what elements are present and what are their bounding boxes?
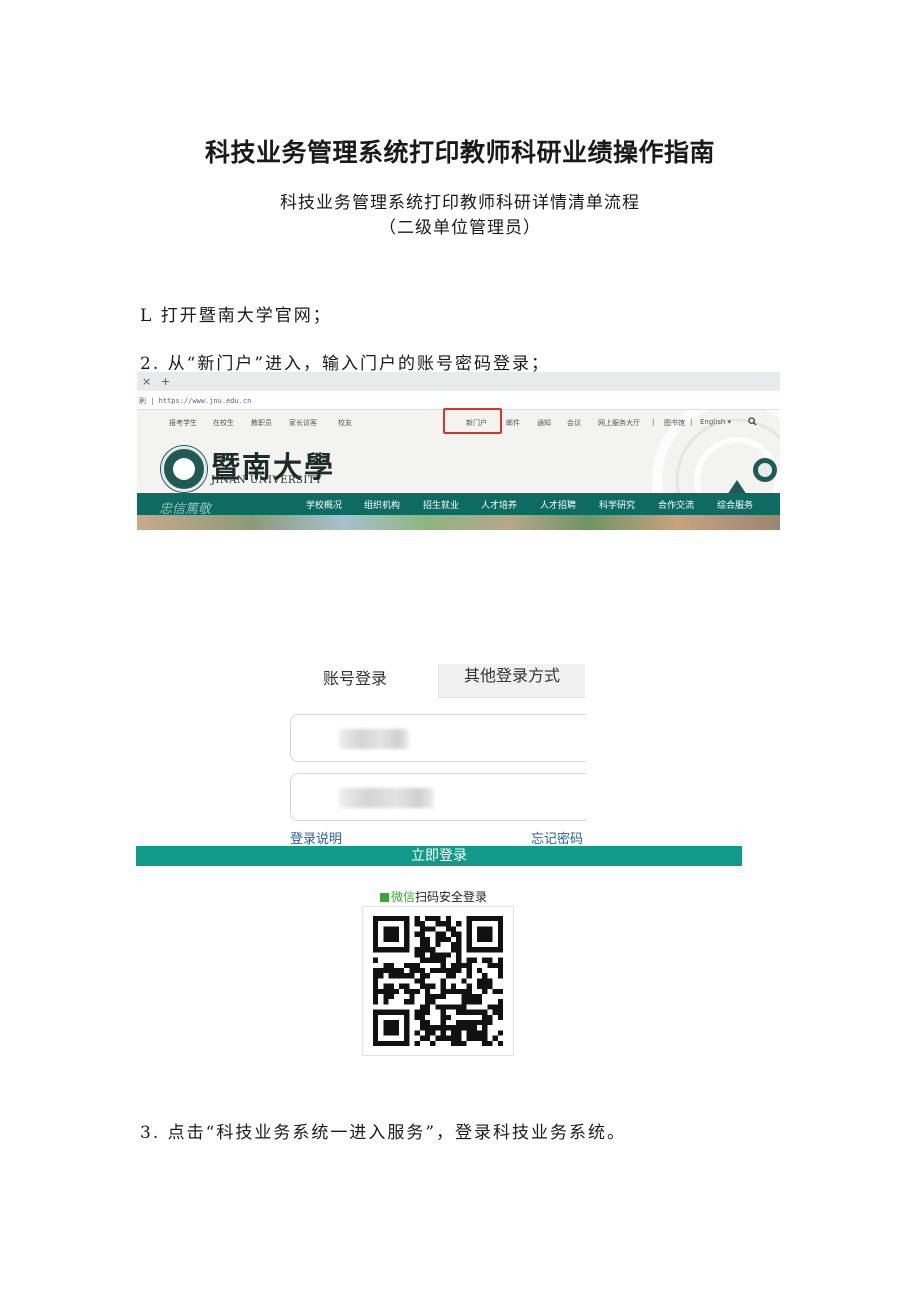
step-2: 2. 从“新门户”进入，输入门户的账号密码登录； (140, 354, 551, 374)
new-tab-icon[interactable]: + (161, 375, 170, 388)
close-tab-icon[interactable]: × (142, 375, 151, 388)
link-email[interactable]: 邮件 (506, 418, 520, 428)
link-online-service-hall[interactable]: 网上服务大厅 (598, 418, 640, 428)
nav-education[interactable]: 人才培养 (481, 498, 517, 511)
browser-tab-bar: × + (137, 372, 780, 391)
link-notices[interactable]: 通知 (537, 418, 551, 428)
document-title: 科技业务管理系统打印教师科研业绩操作指南 (204, 138, 715, 167)
link-staff[interactable]: 教职员 (251, 418, 272, 428)
wechat-login-label: 微信扫码安全登录 (380, 888, 487, 905)
campus-photo-banner (137, 515, 780, 530)
nav-services[interactable]: 综合服务 (717, 498, 753, 511)
qr-code-frame (362, 906, 514, 1056)
blurred-username (339, 729, 409, 749)
university-name-en: JINAN UNIVERSITY (211, 475, 323, 486)
link-library[interactable]: 图书馆 (664, 418, 685, 428)
url-text: 刷 | https://www.jnu.edu.cn (139, 397, 252, 405)
password-field[interactable] (290, 773, 586, 821)
new-portal-highlight-box (443, 408, 502, 434)
tab-other-login[interactable]: 其他登录方式 (438, 664, 585, 698)
login-button[interactable]: 立即登录 (136, 846, 742, 866)
qr-code[interactable] (373, 916, 503, 1046)
link-alumni[interactable]: 校友 (338, 418, 352, 428)
website-screenshot: × + 刷 | https://www.jnu.edu.cn 报考学生 在校生 … (137, 372, 780, 530)
username-field[interactable] (290, 714, 586, 762)
separator: | (652, 418, 655, 426)
site-header: 报考学生 在校生 教职员 家长访客 校友 新门户 邮件 通知 会议 网上服务大厅… (137, 408, 780, 530)
nav-organization[interactable]: 组织机构 (364, 498, 400, 511)
link-current-students[interactable]: 在校生 (213, 418, 234, 428)
link-meetings[interactable]: 会议 (567, 418, 581, 428)
link-parents-visitors[interactable]: 家长访客 (289, 418, 317, 428)
nav-research[interactable]: 科学研究 (599, 498, 635, 511)
language-selector[interactable]: English ▾ (700, 418, 731, 426)
nav-recruitment[interactable]: 人才招聘 (540, 498, 576, 511)
forgot-password-link[interactable]: 忘记密码 (531, 828, 583, 847)
step-3: 3. 点击“科技业务系统一进入服务”，登录科技业务系统。 (140, 1123, 627, 1143)
wechat-icon (380, 893, 389, 902)
login-help-link[interactable]: 登录说明 (290, 828, 342, 847)
search-icon[interactable] (748, 417, 757, 426)
tab-account-login[interactable]: 账号登录 (323, 665, 387, 689)
nav-cooperation[interactable]: 合作交流 (658, 498, 694, 511)
nav-about[interactable]: 学校概况 (306, 498, 342, 511)
separator: | (690, 418, 693, 426)
main-nav: 忠信篤敬 学校概况 组织机构 招生就业 人才培养 人才招聘 科学研究 合作交流 … (137, 493, 780, 517)
nav-admissions[interactable]: 招生就业 (423, 498, 459, 511)
university-emblem (161, 446, 207, 492)
step-1: L 打开暨南大学官网； (140, 306, 332, 326)
blurred-password (339, 788, 434, 808)
document-subtitle-role: （二级单位管理员） (379, 218, 541, 238)
link-prospective-students[interactable]: 报考学生 (169, 418, 197, 428)
document-subtitle: 科技业务管理系统打印教师科研详情清单流程 (280, 193, 640, 213)
